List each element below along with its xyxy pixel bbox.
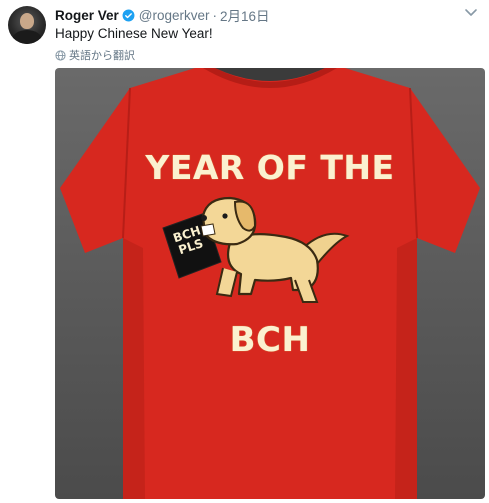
tweet-header: Roger Ver @rogerkver · 2月16日 [55,5,270,25]
shirt-headline: YEAR OF THE [145,148,395,187]
user-handle[interactable]: @rogerkver [139,8,210,23]
avatar-face [20,13,34,29]
tshirt-graphic [60,68,480,499]
avatar[interactable] [8,6,46,44]
tweet-media-image[interactable]: YEAR OF THE BCH PLS BCH [55,68,485,499]
shirt-bch-text: BCH [229,320,311,360]
tweet-text: Happy Chinese New Year! [55,26,213,41]
translate-link[interactable]: 英語から翻訳 [55,47,135,63]
tweet-timestamp[interactable]: 2月16日 [220,5,270,25]
avatar-shoulders [12,30,42,44]
translate-label: 英語から翻訳 [69,50,135,62]
globe-icon [55,49,66,61]
separator-dot: · [212,7,218,23]
chevron-down-icon[interactable] [463,4,479,20]
verified-badge-icon [122,9,135,22]
display-name[interactable]: Roger Ver [55,8,119,23]
